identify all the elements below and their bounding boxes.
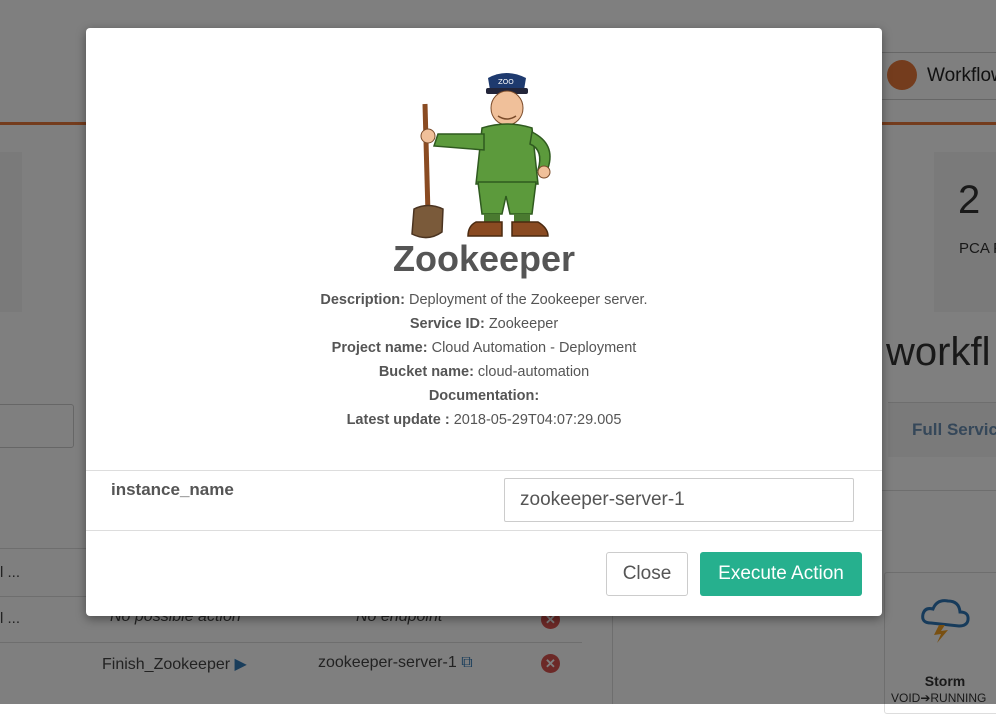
instance-name-input[interactable] <box>504 478 854 522</box>
cap-badge-text: ZOO <box>498 78 514 86</box>
info-latest-update: Latest update : 2018-05-29T04:07:29.005 <box>346 412 622 428</box>
instance-name-label: instance_name <box>111 480 234 499</box>
info-project-name: Project name: Cloud Automation - Deploym… <box>331 340 637 356</box>
modal-divider <box>86 530 882 531</box>
info-bucket-name: Bucket name: cloud-automation <box>378 364 590 380</box>
close-button[interactable]: Close <box>606 552 688 596</box>
service-info: Description: Deployment of the Zookeeper… <box>86 288 882 432</box>
info-description: Description: Deployment of the Zookeeper… <box>320 292 648 308</box>
service-title: Zookeeper <box>392 238 576 279</box>
execute-action-button[interactable]: Execute Action <box>700 552 862 596</box>
zookeeper-mascot-image: ZOO <box>411 73 551 239</box>
service-details-modal: ZOO Zookeeper Description: Deployment of… <box>86 28 882 616</box>
modal-divider <box>86 470 882 471</box>
info-documentation: Documentation: <box>428 388 540 404</box>
info-service-id: Service ID: Zookeeper <box>409 316 559 332</box>
